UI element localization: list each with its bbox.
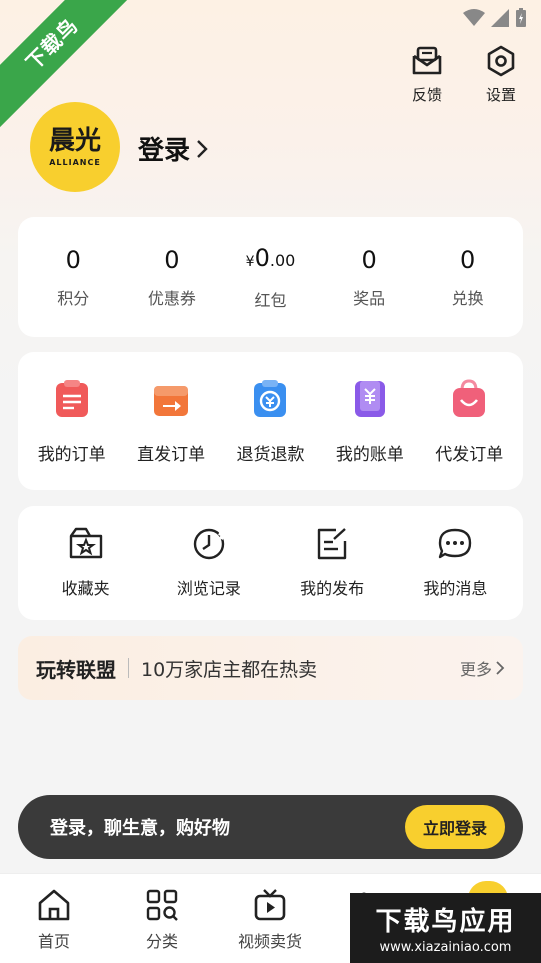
tools-card: 收藏夹 浏览记录 我的发布 我的消息 <box>18 506 523 620</box>
direct-ship-icon <box>154 385 189 416</box>
signal-icon <box>491 9 509 27</box>
favorites-folder-icon <box>69 527 102 559</box>
video-tv-icon <box>254 889 286 921</box>
my-bill-button[interactable]: 我的账单 <box>322 378 418 465</box>
favorites-button[interactable]: 收藏夹 <box>31 527 141 599</box>
category-icon <box>146 889 178 921</box>
alliance-promo-banner[interactable]: 玩转联盟 10万家店主都在热卖 更多 <box>18 636 523 700</box>
browse-history-button[interactable]: 浏览记录 <box>154 527 264 599</box>
stat-coupons[interactable]: 0 优惠券 <box>127 245 217 309</box>
promo-slogan: 10万家店主都在热卖 <box>141 658 318 681</box>
site-watermark: 下载鸟应用 www.xiazainiao.com <box>350 893 541 963</box>
stat-label: 奖品 <box>353 289 386 308</box>
home-icon <box>38 889 70 921</box>
feedback-mail-icon <box>412 46 442 75</box>
currency-symbol: ¥ <box>245 254 255 270</box>
tab-label: 分类 <box>145 932 178 951</box>
tool-label: 收藏夹 <box>61 579 110 598</box>
stat-points[interactable]: 0 积分 <box>28 245 118 309</box>
history-clock-icon <box>193 528 226 560</box>
logo-sub-text: ALLIANCE <box>49 158 101 167</box>
stat-value: 0 <box>164 246 180 274</box>
order-label: 我的账单 <box>335 444 404 465</box>
tool-label: 浏览记录 <box>176 579 241 598</box>
order-label: 代发订单 <box>435 444 504 465</box>
tab-label: 首页 <box>37 932 70 951</box>
refund-button[interactable]: 退货退款 <box>222 378 318 465</box>
orders-card: 我的订单 直发订单 退货退款 我的账单 代发订单 <box>18 352 523 490</box>
stat-label: 红包 <box>254 291 287 310</box>
my-posts-button[interactable]: 我的发布 <box>277 527 387 599</box>
stat-value: ¥0.00 <box>225 243 315 277</box>
tool-label: 我的消息 <box>423 579 488 598</box>
chevron-right-icon <box>197 139 208 158</box>
feedback-label: 反馈 <box>411 86 442 104</box>
status-icons <box>463 8 527 28</box>
stat-label: 积分 <box>57 289 90 308</box>
my-messages-button[interactable]: 我的消息 <box>400 527 510 599</box>
message-bubble-icon <box>439 528 472 559</box>
watermark-url: www.xiazainiao.com <box>379 940 512 955</box>
direct-ship-orders-button[interactable]: 直发订单 <box>123 378 219 465</box>
order-list-icon <box>55 379 88 417</box>
settings-button[interactable]: 设置 <box>473 44 529 105</box>
settings-hexagon-icon <box>487 45 515 77</box>
my-posts-icon <box>317 528 347 560</box>
stat-exchange[interactable]: 0 兑换 <box>423 245 513 309</box>
tool-label: 我的发布 <box>300 579 365 598</box>
dropship-bag-icon <box>453 378 486 417</box>
stat-prizes[interactable]: 0 奖品 <box>324 245 414 309</box>
feedback-button[interactable]: 反馈 <box>399 44 455 105</box>
dropship-orders-button[interactable]: 代发订单 <box>421 378 517 465</box>
bill-icon <box>354 380 385 417</box>
value-decimal: .00 <box>269 251 296 270</box>
promo-divider <box>128 658 129 678</box>
stat-value: 0 <box>460 246 476 274</box>
tab-label: 视频卖货 <box>237 932 302 951</box>
order-label: 退货退款 <box>236 444 305 465</box>
tab-home[interactable]: 首页 <box>9 888 99 952</box>
battery-icon <box>516 8 526 27</box>
promo-more-link[interactable]: 更多 <box>460 656 505 680</box>
login-prompt-bar: 登录，聊生意，购好物 立即登录 <box>18 795 523 859</box>
order-label: 直发订单 <box>137 444 206 465</box>
stats-card: 0 积分 0 优惠券 ¥0.00 红包 0 奖品 0 兑换 <box>18 217 523 337</box>
refund-icon <box>254 379 287 417</box>
settings-label: 设置 <box>485 86 516 104</box>
login-now-button[interactable]: 立即登录 <box>404 805 505 849</box>
stat-value: 0 <box>361 246 377 274</box>
login-label: 登录 <box>138 136 191 166</box>
header-actions: 反馈 设置 <box>399 44 529 105</box>
tab-category[interactable]: 分类 <box>117 888 207 952</box>
my-orders-button[interactable]: 我的订单 <box>24 378 120 465</box>
watermark-title: 下载鸟应用 <box>375 907 516 937</box>
stat-value: 0 <box>65 246 81 274</box>
more-label: 更多 <box>459 660 492 679</box>
stat-label: 兑换 <box>451 289 484 308</box>
value-integer: 0 <box>254 244 270 272</box>
tab-video-selling[interactable]: 视频卖货 <box>225 888 315 952</box>
stat-red-packet[interactable]: ¥0.00 红包 <box>225 243 315 311</box>
logo-main-text: 晨光 <box>48 126 101 156</box>
order-label: 我的订单 <box>37 444 106 465</box>
login-prompt-text: 登录，聊生意，购好物 <box>50 818 230 839</box>
promo-brand: 玩转联盟 <box>36 657 116 682</box>
chevron-right-icon <box>496 661 505 675</box>
brand-logo-avatar[interactable]: 晨光 ALLIANCE <box>30 102 120 192</box>
stat-label: 优惠券 <box>147 289 196 308</box>
wifi-icon <box>463 9 485 26</box>
login-link[interactable]: 登录 <box>138 130 208 167</box>
